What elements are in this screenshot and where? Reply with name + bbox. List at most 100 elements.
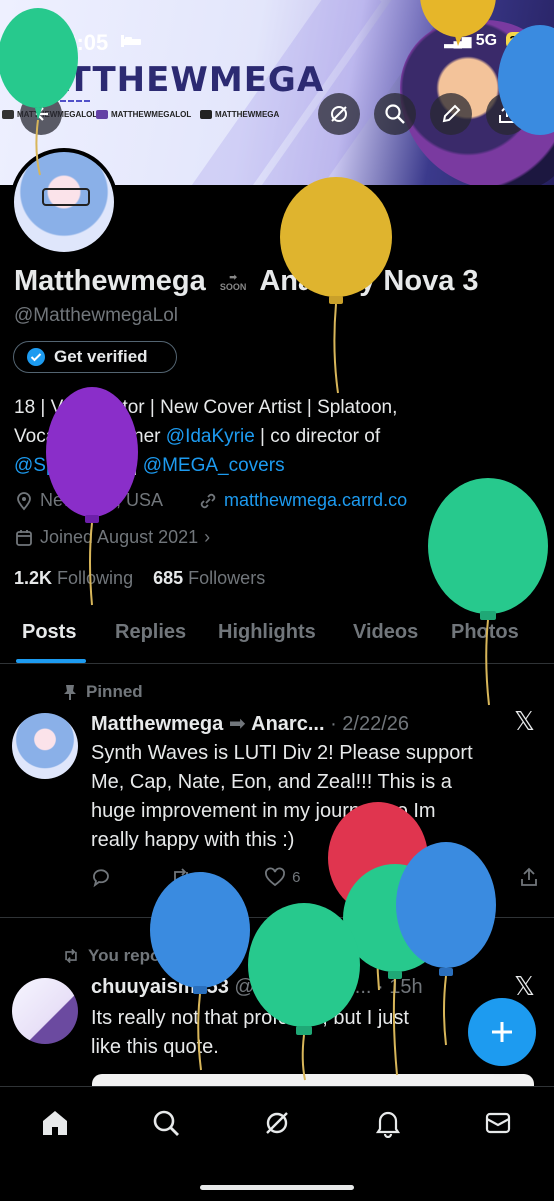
nav-messages[interactable] — [480, 1105, 516, 1141]
twitch-icon — [96, 110, 108, 120]
signal-icon: ▂▄▆ — [444, 34, 472, 48]
bookmark-button[interactable] — [438, 866, 460, 888]
search-icon — [385, 104, 405, 124]
bookmark-icon — [442, 868, 457, 887]
post-avatar[interactable] — [12, 713, 78, 779]
share-icon — [499, 104, 515, 123]
post-header: chuuyaism153 @IsagiNation... · 15h — [91, 976, 423, 999]
avatar-glasses — [42, 188, 90, 206]
banner-title: MATTHEWMEGA — [8, 60, 325, 100]
banner-social-youtube: MATTHEWMEGA — [200, 110, 279, 120]
profile-avatar[interactable] — [10, 148, 118, 256]
repost-icon — [65, 948, 77, 964]
views-icon — [362, 870, 377, 884]
nav-grok[interactable] — [259, 1105, 295, 1141]
following-link[interactable]: 1.2K Following — [14, 568, 133, 588]
tab-videos[interactable]: Videos — [353, 621, 418, 644]
share-button[interactable] — [486, 93, 528, 135]
profile-handle: @MatthewmegaLol — [14, 305, 178, 326]
balloon-green-right — [428, 478, 548, 706]
followers-link[interactable]: 685 Followers — [153, 568, 265, 588]
chevron-right-icon: › — [204, 527, 211, 547]
nav-notifications[interactable] — [370, 1105, 406, 1141]
status-time: 12:05 — [52, 30, 109, 55]
back-arrow-icon — [35, 107, 48, 121]
post-author[interactable]: Matthewmega — [91, 713, 223, 735]
search-button[interactable] — [374, 93, 416, 135]
active-tab-indicator — [16, 659, 86, 663]
bottom-navigation — [0, 1086, 554, 1201]
repost-button[interactable]: 2 — [170, 866, 206, 888]
compose-button[interactable] — [468, 998, 536, 1066]
verified-badge-icon — [27, 348, 45, 366]
like-button[interactable]: 6 — [264, 866, 300, 888]
profile-location: New York, USA — [14, 490, 163, 511]
bell-icon — [375, 1111, 401, 1138]
pinned-label: Pinned — [62, 682, 143, 702]
banner-social-twitch: MATTHEWMEGALOL — [96, 110, 191, 120]
post-divider — [0, 917, 554, 918]
profile-website[interactable]: matthewmega.carrd.co — [198, 490, 407, 511]
profile-display-name: Matthewmega ➡ SOON Anarchy Nova 3 — [14, 265, 479, 297]
follow-stats: 1.2K Following 685 Followers — [14, 568, 265, 589]
bio-link-idakyrie[interactable]: @IdaKyrie — [166, 426, 255, 447]
link-icon — [200, 493, 216, 508]
reply-icon — [93, 869, 109, 888]
envelope-icon — [485, 1112, 511, 1134]
grok-icon — [266, 1112, 288, 1134]
soon-badge: ➡ SOON — [219, 272, 247, 293]
heart-icon — [265, 867, 286, 887]
search-icon — [153, 1110, 179, 1136]
reposted-label: You reposted — [62, 946, 195, 966]
tab-highlights[interactable]: Highlights — [218, 621, 316, 644]
post-date: · 2/22/26 — [330, 713, 410, 735]
grok-button[interactable] — [318, 93, 360, 135]
post-author-suffix[interactable]: Anarc... — [251, 713, 324, 735]
nav-home[interactable] — [37, 1105, 73, 1141]
post-text: Its really not that profound, but I just… — [91, 1007, 409, 1058]
x-logo-icon[interactable]: 𝕏 — [514, 707, 535, 737]
home-icon — [43, 1111, 67, 1135]
bio-link-mega-covers[interactable]: @MEGA_covers — [143, 455, 285, 476]
battery-level: 38 — [505, 32, 528, 49]
grok-icon — [331, 106, 347, 122]
post-author[interactable]: chuuyaism153 — [91, 976, 229, 998]
post-header: Matthewmega ➡ Anarc... · 2/22/26 — [91, 711, 409, 736]
calendar-icon — [16, 529, 32, 546]
post-date: · 15h — [377, 976, 423, 998]
x-logo-icon[interactable]: 𝕏 — [514, 972, 535, 1002]
share-post-button[interactable] — [518, 866, 540, 888]
network-label: 5G — [475, 32, 498, 49]
back-button[interactable] — [20, 93, 62, 135]
nav-search[interactable] — [148, 1105, 184, 1141]
bio-link-splatfunkin[interactable]: @Splatfunkin — [14, 455, 127, 476]
pin-icon — [64, 685, 76, 700]
post-media[interactable] — [92, 1074, 534, 1086]
x-icon — [2, 110, 14, 120]
location-pin-icon — [17, 491, 31, 510]
edit-button[interactable] — [430, 93, 472, 135]
get-verified-button[interactable]: Get verified — [13, 341, 177, 373]
sleep-focus-icon — [121, 35, 141, 47]
views-button[interactable] — [358, 866, 380, 888]
home-indicator — [200, 1185, 354, 1190]
tab-replies[interactable]: Replies — [115, 621, 186, 644]
banner-divider — [60, 100, 90, 102]
post-handle[interactable]: @IsagiNation... — [234, 976, 371, 998]
profile-joined[interactable]: Joined August 2021 › — [14, 527, 210, 548]
repost-icon — [173, 868, 188, 886]
plus-icon — [492, 1022, 512, 1042]
tab-posts[interactable]: Posts — [22, 621, 76, 644]
profile-tabs: Posts Replies Highlights Videos Photos — [0, 603, 554, 664]
soon-arrow-icon: ➡ — [228, 713, 246, 735]
reply-button[interactable] — [90, 866, 112, 888]
tab-photos[interactable]: Photos — [451, 621, 519, 644]
status-indicators: ▂▄▆ 5G 38 — [444, 32, 528, 50]
post-actions: 2 6 — [90, 866, 540, 888]
pencil-icon — [442, 104, 461, 123]
profile-bio: 18 | Voice actor | New Cover Artist | Sp… — [14, 397, 398, 476]
post-text: Synth Waves is LUTI Div 2! Please suppor… — [91, 742, 473, 851]
share-icon — [521, 867, 537, 886]
post-avatar[interactable] — [12, 978, 78, 1044]
youtube-icon — [200, 110, 212, 120]
